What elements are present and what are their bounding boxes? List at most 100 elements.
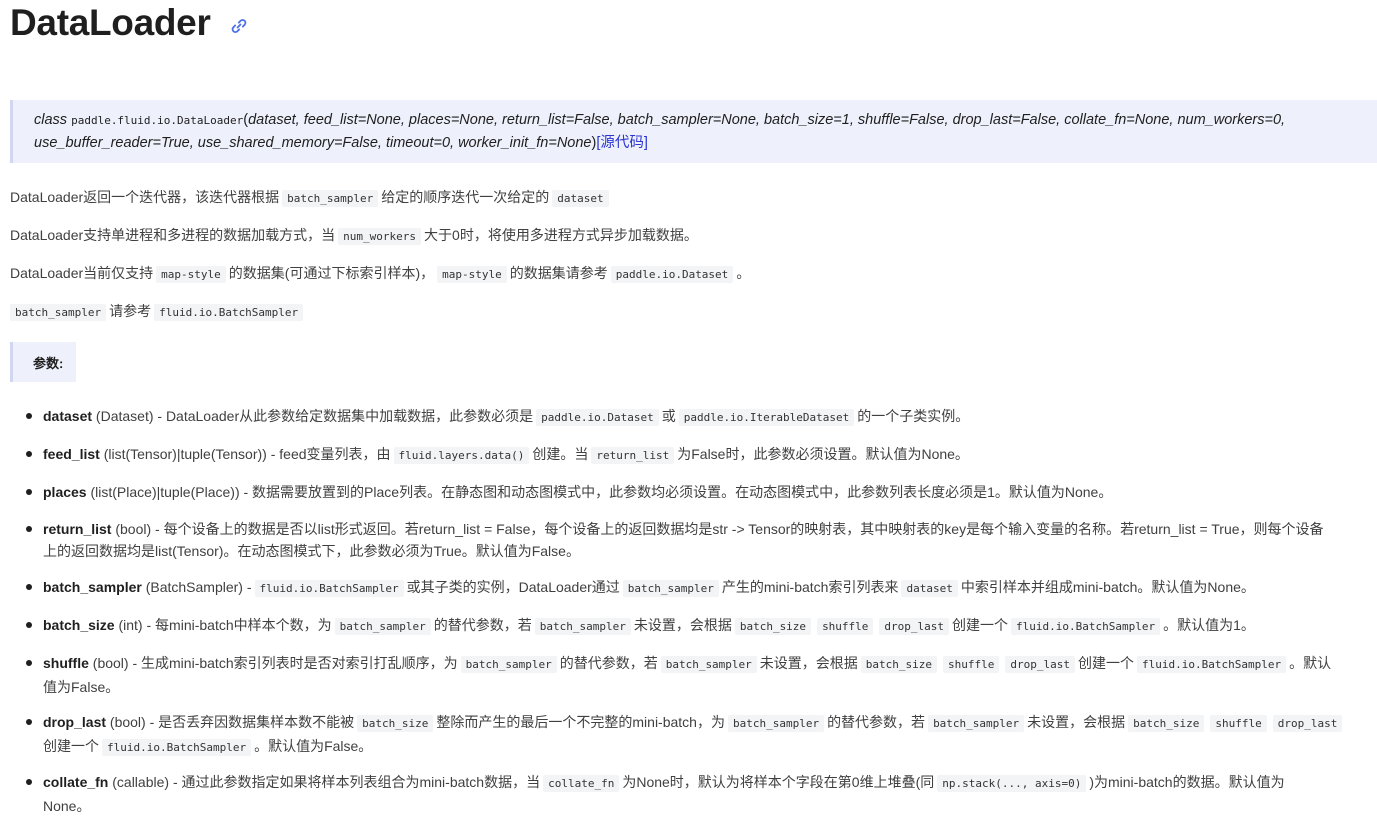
- param-name: dataset: [43, 408, 93, 424]
- doc-page: DataLoader class paddle.fluid.io.DataLoa…: [0, 0, 1377, 828]
- line: return_list (bool) - 每个设备上的数据是否以list形式返回…: [43, 518, 1363, 540]
- source-code-link[interactable]: [源代码]: [596, 135, 648, 151]
- param-item-collate-fn: collate_fn (callable) - 通过此参数指定如果将样本列表组合…: [26, 771, 1363, 817]
- text: -: [246, 579, 252, 595]
- line: collate_fn (callable) - 通过此参数指定如果将样本列表组合…: [43, 771, 1363, 795]
- inline-code: fluid.layers.data(): [393, 447, 530, 464]
- text: 产生的mini-batch索引列表来: [721, 579, 899, 595]
- page-title: DataLoader: [10, 2, 249, 44]
- text: 创建一个: [43, 738, 99, 754]
- text: 为False时，此参数必须设置。默认值为None。: [677, 446, 969, 462]
- text: 或: [661, 408, 676, 424]
- text: 的替代参数，若: [433, 617, 532, 633]
- inline-code: dataset: [901, 580, 958, 597]
- text: 或其子类的实例，DataLoader通过: [406, 579, 620, 595]
- param-item-shuffle: shuffle (bool) - 生成mini-batch索引列表时是否对索引打…: [26, 652, 1363, 698]
- inline-code: fluid.io.BatchSampler: [254, 580, 404, 597]
- text: 的数据集请参考: [509, 265, 608, 281]
- text: 给定的顺序迭代一次给定的: [381, 189, 550, 205]
- param-item-batch-size: batch_size (int) - 每mini-batch中样本个数，为 bat…: [26, 614, 1363, 638]
- inline-code: batch_size: [357, 715, 434, 732]
- param-type: (int): [118, 617, 143, 633]
- params-heading: 参数:: [10, 342, 76, 382]
- text: DataLoader返回一个迭代器，该迭代器根据: [10, 189, 280, 205]
- text: 整除而产生的最后一个不完整的mini-batch，为: [436, 714, 725, 730]
- text: 。默认值为1。: [1163, 617, 1255, 633]
- inline-code: collate_fn: [543, 775, 620, 792]
- inline-code: batch_sampler: [534, 618, 631, 635]
- text: 值为False。: [43, 679, 120, 695]
- param-name: collate_fn: [43, 774, 109, 790]
- text: DataLoader支持单进程和多进程的数据加载方式，当: [10, 227, 336, 243]
- text: - feed变量列表，由: [270, 446, 391, 462]
- text: 大于0时，将使用多进程方式异步加载数据。: [424, 227, 698, 243]
- text: 。默认: [1289, 655, 1332, 671]
- inline-code: map-style: [437, 266, 507, 283]
- param-name: shuffle: [43, 655, 89, 671]
- class-keyword: class: [34, 112, 68, 128]
- text: 创建一个: [1078, 655, 1134, 671]
- paragraph-4: batch_sampler 请参考 fluid.io.BatchSampler: [10, 301, 306, 321]
- inline-code: fluid.io.BatchSampler: [154, 304, 304, 321]
- inline-code: batch_size: [1128, 715, 1205, 732]
- line: drop_last (bool) - 是否丢弃因数据集样本数不能被 batch_s…: [43, 711, 1363, 735]
- text: 创建一个: [952, 617, 1009, 633]
- inline-code: fluid.io.BatchSampler: [1137, 656, 1287, 673]
- inline-code: shuffle: [817, 618, 874, 635]
- param-name: feed_list: [43, 446, 100, 462]
- signature-line-1: class paddle.fluid.io.DataLoader(dataset…: [34, 112, 1286, 128]
- inline-code: fluid.io.BatchSampler: [1011, 618, 1161, 635]
- param-type: (BatchSampler): [145, 579, 243, 595]
- param-type: (bool): [92, 655, 129, 671]
- inline-code: drop_last: [1005, 656, 1075, 673]
- signature-line-2: use_buffer_reader=True, use_shared_memor…: [34, 135, 648, 151]
- inline-code: dataset: [552, 190, 609, 207]
- param-item-feed-list: feed_list (list(Tensor)|tuple(Tensor)) -…: [26, 443, 1363, 467]
- text: 未设置，会根据: [759, 655, 858, 671]
- text: None。: [43, 798, 91, 814]
- paragraph-2: DataLoader支持单进程和多进程的数据加载方式，当 num_workers 大…: [10, 225, 698, 245]
- line: 创建一个 fluid.io.BatchSampler 。默认值为False。: [43, 735, 1363, 759]
- text: 的数据集(可通过下标索引样本)，: [228, 265, 435, 281]
- param-item-return-list: return_list (bool) - 每个设备上的数据是否以list形式返回…: [26, 518, 1363, 562]
- param-type: (Dataset): [95, 408, 154, 424]
- inline-code: batch_sampler: [282, 190, 379, 207]
- param-item-dataset: dataset (Dataset) - DataLoader从此参数给定数据集中…: [26, 405, 1363, 429]
- inline-code: batch_size: [860, 656, 938, 673]
- param-type: (bool): [115, 521, 152, 537]
- signature-block: class paddle.fluid.io.DataLoader(dataset…: [10, 100, 1377, 163]
- inline-code: np.stack(..., axis=0): [937, 775, 1087, 792]
- text: 。默认值为False。: [254, 738, 373, 754]
- inline-code: num_workers: [338, 228, 422, 245]
- inline-code: return_list: [591, 447, 675, 464]
- text: 。: [736, 265, 751, 281]
- inline-code: fluid.io.BatchSampler: [102, 739, 252, 756]
- param-name: return_list: [43, 521, 112, 537]
- text: 未设置，会根据: [633, 617, 732, 633]
- text: 请参考: [109, 303, 152, 319]
- text: - DataLoader从此参数给定数据集中加载数据，此参数必须是: [157, 408, 534, 424]
- text: 上的返回数据均是list(Tensor)。在动态图模式下，此参数必须为True。…: [43, 543, 580, 559]
- inline-code: batch_sampler: [460, 656, 557, 673]
- param-name: batch_size: [43, 617, 115, 633]
- text: )为mini-batch的数据。默认值为: [1089, 774, 1285, 790]
- inline-code: batch_sampler: [622, 580, 719, 597]
- text: 创建。当: [532, 446, 589, 462]
- inline-code: batch_sampler: [334, 618, 431, 635]
- paragraph-3: DataLoader当前仅支持 map-style 的数据集(可通过下标索引样本)，…: [10, 263, 750, 283]
- inline-code: map-style: [156, 266, 226, 283]
- inline-code: drop_last: [1272, 715, 1343, 732]
- inline-code: shuffle: [943, 656, 1000, 673]
- inline-code: drop_last: [879, 618, 950, 635]
- param-item-batch-sampler: batch_sampler (BatchSampler) - fluid.io.B…: [26, 576, 1363, 600]
- text: - 每mini-batch中样本个数，为: [146, 617, 332, 633]
- inline-code: batch_size: [734, 618, 812, 635]
- text: DataLoader当前仅支持: [10, 265, 154, 281]
- param-type: (list(Tensor)|tuple(Tensor)): [103, 446, 267, 462]
- text: 的一个子类实例。: [857, 408, 970, 424]
- param-name: batch_sampler: [43, 579, 142, 595]
- text: 的替代参数，若: [559, 655, 658, 671]
- page-title-text: DataLoader: [10, 2, 211, 43]
- link-icon[interactable]: [229, 16, 249, 36]
- param-type: (list(Place)|tuple(Place)): [90, 484, 240, 500]
